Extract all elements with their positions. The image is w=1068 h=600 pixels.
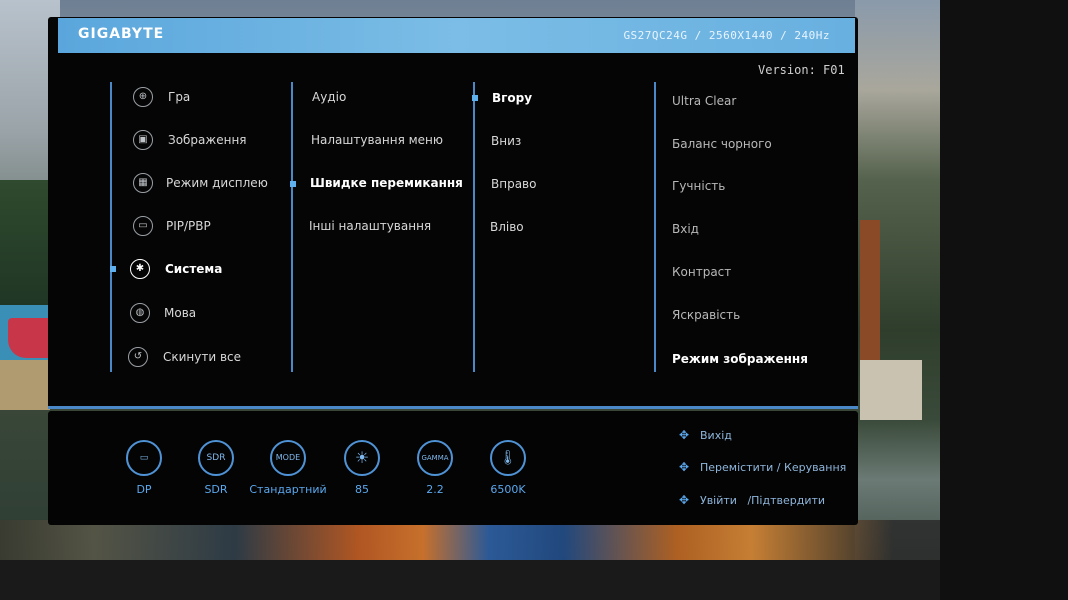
submenu-item-other-settings[interactable]: Інші налаштування: [309, 219, 431, 233]
gamepad-icon: ⊕: [133, 87, 153, 107]
joystick-press-icon: ✥: [678, 493, 690, 507]
menu-item-label: Гра: [168, 90, 191, 104]
status-mode-value: Стандартний: [249, 483, 327, 496]
hint-exit: Вихід: [700, 429, 732, 442]
selection-marker: [290, 181, 296, 187]
status-hdr-value: SDR: [204, 483, 228, 496]
column-divider: [654, 82, 656, 372]
hint-enter: Увійти /Підтвердити: [700, 494, 826, 507]
globe-icon: ◍: [130, 303, 150, 323]
value-picture-mode[interactable]: Режим зображення: [672, 352, 808, 366]
joystick-updown-icon: ✥: [678, 460, 690, 474]
submenu-item-audio[interactable]: Аудіо: [312, 90, 346, 104]
selection-marker: [110, 266, 116, 272]
menu-item-label: Скинути все: [163, 350, 242, 364]
menu-item-label: Режим дисплею: [166, 176, 268, 190]
firmware-version: Version: F01: [758, 63, 845, 77]
menu-item-label: Система: [165, 262, 223, 276]
color-temp-icon: 🌡: [490, 440, 526, 476]
option-left[interactable]: Вліво: [490, 220, 524, 234]
image-icon: ▣: [133, 130, 153, 150]
brightness-icon: ☀: [344, 440, 380, 476]
monitor-bezel: [940, 0, 1068, 600]
reset-icon: ↺: [128, 347, 148, 367]
value-contrast[interactable]: Контраст: [672, 265, 731, 279]
submenu-item-quick-switch[interactable]: Швидке перемикання: [310, 176, 463, 190]
brand-logo: GIGABYTE: [78, 26, 165, 42]
status-gamma-value: 2.2: [426, 483, 444, 496]
menu-item-label: Мова: [164, 306, 197, 320]
menu-item-label: PIP/PBP: [166, 219, 211, 233]
hint-move: Перемістити / Керування: [700, 461, 847, 474]
gamma-icon: GAMMA: [417, 440, 453, 476]
column-divider: [110, 82, 112, 372]
display-mode-icon: ▦: [133, 173, 153, 193]
status-input-value: DP: [136, 483, 152, 496]
menu-item-label: Зображення: [168, 133, 247, 147]
model-info: GS27QC24G / 2560X1440 / 240Hz: [623, 29, 830, 42]
osd-header: GIGABYTE GS27QC24G / 2560X1440 / 240Hz: [58, 18, 855, 53]
status-brightness-value: 85: [355, 483, 369, 496]
dp-input-icon: ▭: [126, 440, 162, 476]
option-up[interactable]: Вгору: [492, 91, 532, 105]
column-divider: [291, 82, 293, 372]
panel-separator: [48, 406, 858, 409]
option-right[interactable]: Вправо: [491, 177, 536, 191]
value-brightness[interactable]: Яскравість: [672, 308, 740, 322]
mode-icon: MODE: [270, 440, 306, 476]
sdr-icon: SDR: [198, 440, 234, 476]
selection-marker: [472, 95, 478, 101]
value-input[interactable]: Вхід: [672, 222, 699, 236]
joystick-left-icon: ✥: [678, 428, 690, 442]
value-volume[interactable]: Гучність: [672, 179, 725, 193]
pip-icon: ▭: [133, 216, 153, 236]
column-divider: [473, 82, 475, 372]
option-down[interactable]: Вниз: [491, 134, 521, 148]
value-black-equalizer[interactable]: Баланс чорного: [672, 137, 772, 151]
submenu-item-menu-settings[interactable]: Налаштування меню: [311, 133, 443, 147]
gear-icon: ✱: [130, 259, 150, 279]
value-ultra-clear[interactable]: Ultra Clear: [672, 94, 736, 108]
status-color-temp-value: 6500K: [490, 483, 526, 496]
